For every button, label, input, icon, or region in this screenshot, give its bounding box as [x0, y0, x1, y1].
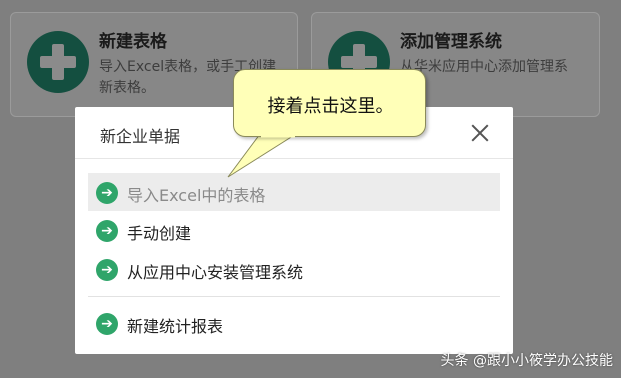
callout-tooltip: 接着点击这里。: [233, 69, 426, 137]
menu-item-import-excel[interactable]: ➔ 导入Excel中的表格: [88, 173, 500, 211]
card-title: 添加管理系统: [400, 32, 502, 52]
callout-text: 接着点击这里。: [267, 96, 394, 117]
dialog-title: 新企业单据: [100, 127, 181, 146]
plus-circle-icon: [27, 31, 89, 93]
watermark: 头条 @跟小小筱学办公技能: [440, 353, 613, 369]
new-enterprise-document-dialog: 新企业单据 ➔ 导入Excel中的表格 ➔ 手动创建 ➔ 从应用中心安装管理系统…: [75, 107, 513, 354]
close-icon[interactable]: [470, 123, 490, 143]
arrow-right-circle-icon: ➔: [96, 220, 118, 242]
arrow-right-circle-icon: ➔: [96, 313, 118, 335]
card-description: 从华米应用中心添加管理系统。: [400, 59, 568, 96]
menu-item-new-statistical-report[interactable]: ➔ 新建统计报表: [88, 304, 500, 342]
menu-item-install-from-app-center[interactable]: ➔ 从应用中心安装管理系统: [88, 250, 500, 288]
menu-item-label: 手动创建: [127, 224, 192, 243]
menu-item-label: 从应用中心安装管理系统: [127, 263, 304, 282]
menu-item-label: 导入Excel中的表格: [127, 186, 266, 205]
divider: [88, 296, 500, 297]
arrow-right-circle-icon: ➔: [96, 182, 118, 204]
menu-item-manual-create[interactable]: ➔ 手动创建: [88, 211, 500, 249]
arrow-right-circle-icon: ➔: [96, 259, 118, 281]
card-title: 新建表格: [99, 32, 167, 52]
menu-item-label: 新建统计报表: [127, 317, 224, 336]
